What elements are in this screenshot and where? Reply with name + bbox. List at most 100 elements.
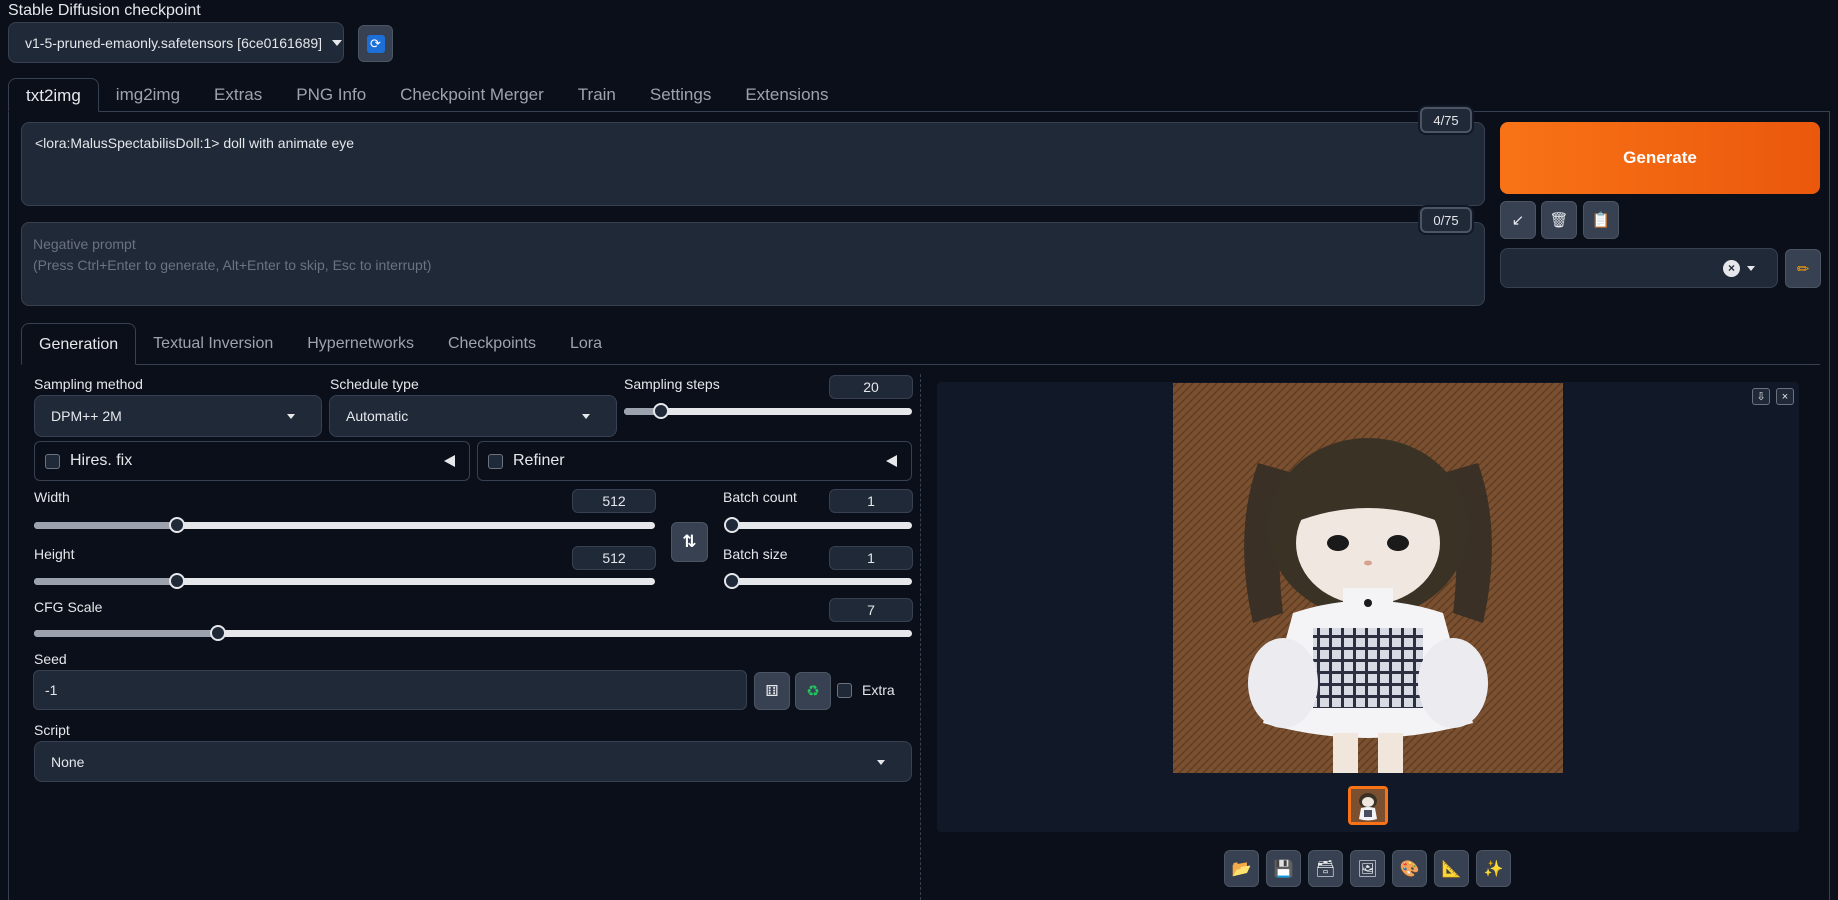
script-value: None [51, 753, 85, 770]
tab-generation[interactable]: Generation [21, 323, 137, 365]
sparkles-icon: ✨ [1483, 860, 1504, 878]
reuse-seed-button[interactable]: ♻ [795, 672, 831, 710]
slider-thumb[interactable] [168, 573, 185, 589]
batch-count-slider[interactable] [724, 517, 912, 533]
cfg-scale-slider[interactable] [34, 625, 912, 641]
palette-icon: 🎨 [1399, 860, 1420, 878]
send-to-img2img-button[interactable]: 🖼 [1350, 850, 1385, 887]
height-input[interactable]: 512 [572, 546, 656, 570]
seed-label: Seed [34, 651, 67, 667]
slider-thumb[interactable] [724, 573, 740, 589]
negative-prompt-placeholder: Negative prompt [33, 236, 136, 252]
seed-input[interactable]: -1 [33, 670, 747, 710]
thumbnail-image [1351, 789, 1385, 822]
batch-count-label: Batch count [723, 489, 797, 505]
pencil-icon: ✏ [1796, 260, 1810, 278]
sampling-steps-slider[interactable] [624, 403, 912, 419]
refresh-icon: ⟳ [366, 34, 385, 53]
batch-size-input[interactable]: 1 [829, 546, 913, 570]
schedule-type-select[interactable]: Automatic [329, 395, 617, 437]
gallery-thumbnail[interactable] [1348, 786, 1388, 825]
column-divider [920, 374, 921, 900]
subtab-divider [21, 364, 1820, 365]
swap-arrows-icon: ⇅ [682, 532, 697, 551]
styles-select[interactable]: × [1500, 248, 1778, 288]
tab-txt2img[interactable]: txt2img [8, 78, 99, 112]
main-tabs: txt2img img2img Extras PNG Info Checkpoi… [8, 78, 846, 112]
negative-prompt-input[interactable]: Negative prompt (Press Ctrl+Enter to gen… [21, 222, 1485, 306]
slider-fill [34, 578, 177, 585]
extra-seed-option[interactable]: Extra [837, 682, 895, 698]
read-params-button[interactable]: ↙ [1500, 201, 1536, 239]
slider-fill [34, 522, 177, 529]
schedule-type-value: Automatic [346, 408, 409, 424]
refiner-label: Refiner [513, 452, 565, 469]
doll-image [1173, 383, 1563, 773]
save-button[interactable]: 💾 [1266, 850, 1301, 887]
close-preview-button[interactable]: × [1776, 388, 1794, 405]
extra-label: Extra [862, 682, 895, 698]
paste-style-button[interactable]: 📋 [1583, 201, 1619, 239]
slider-thumb[interactable] [724, 517, 740, 533]
chevron-down-icon [877, 760, 885, 765]
sampling-steps-label: Sampling steps [624, 376, 720, 392]
send-to-inpaint-button[interactable]: 🎨 [1392, 850, 1427, 887]
image-toolbar: 📂 💾 🗃 🖼 🎨 📐 ✨ [1224, 850, 1518, 887]
tab-extensions[interactable]: Extensions [728, 78, 845, 112]
width-slider[interactable] [34, 517, 655, 533]
batch-size-slider[interactable] [724, 573, 912, 589]
tab-lora[interactable]: Lora [553, 323, 619, 365]
sampling-steps-input[interactable]: 20 [829, 375, 913, 399]
cfg-scale-input[interactable]: 7 [829, 598, 913, 622]
edit-styles-button[interactable]: ✏ [1785, 249, 1821, 288]
tab-textual-inversion[interactable]: Textual Inversion [136, 323, 290, 365]
refiner-checkbox[interactable] [488, 453, 503, 469]
tab-settings[interactable]: Settings [633, 78, 728, 112]
clear-prompt-button[interactable]: 🗑 [1541, 201, 1577, 239]
ruler-icon: 📐 [1441, 860, 1462, 878]
cfg-scale-label: CFG Scale [34, 599, 103, 615]
sampling-method-label: Sampling method [34, 376, 143, 392]
extra-checkbox[interactable] [837, 682, 852, 698]
slider-thumb[interactable] [168, 517, 185, 533]
width-input[interactable]: 512 [572, 489, 656, 513]
hires-fix-checkbox[interactable] [45, 453, 60, 469]
height-slider[interactable] [34, 573, 655, 589]
collapse-triangle-icon[interactable] [886, 455, 897, 467]
refresh-checkpoint-button[interactable]: ⟳ [358, 25, 393, 62]
negative-prompt-hint: (Press Ctrl+Enter to generate, Alt+Enter… [33, 257, 432, 273]
tab-extras[interactable]: Extras [197, 78, 279, 112]
zip-button[interactable]: 🗃 [1308, 850, 1343, 887]
sampling-method-select[interactable]: DPM++ 2M [34, 395, 322, 437]
checkpoint-select[interactable]: v1-5-pruned-emaonly.safetensors [6ce0161… [8, 22, 344, 63]
generate-button[interactable]: Generate [1500, 122, 1820, 194]
download-button[interactable]: ⇩ [1752, 388, 1770, 405]
archive-icon: 🗃 [1315, 860, 1336, 878]
tab-img2img[interactable]: img2img [99, 78, 197, 112]
chevron-down-icon [582, 414, 590, 419]
trash-icon: 🗑 [1549, 212, 1569, 229]
height-label: Height [34, 546, 75, 562]
generated-image[interactable] [1173, 383, 1563, 773]
collapse-triangle-icon[interactable] [444, 455, 455, 467]
clear-icon[interactable]: × [1723, 260, 1740, 277]
tab-hypernetworks[interactable]: Hypernetworks [290, 323, 431, 365]
tab-checkpoint-merger[interactable]: Checkpoint Merger [383, 78, 561, 112]
hires-fix-accordion[interactable]: Hires. fix [34, 441, 470, 481]
prompt-input[interactable]: <lora:MalusSpectabilisDoll:1> doll with … [21, 122, 1485, 206]
tab-train[interactable]: Train [561, 78, 633, 112]
random-seed-button[interactable]: ⚅ [754, 672, 790, 710]
tab-checkpoints[interactable]: Checkpoints [431, 323, 553, 365]
tab-png-info[interactable]: PNG Info [279, 78, 383, 112]
extra-tabs: Generation Textual Inversion Hypernetwor… [21, 323, 619, 365]
sampling-method-value: DPM++ 2M [51, 408, 122, 424]
folder-icon: 📂 [1231, 860, 1252, 878]
send-to-extras-button[interactable]: 📐 [1434, 850, 1469, 887]
refiner-accordion[interactable]: Refiner [477, 441, 912, 481]
script-select[interactable]: None [34, 741, 912, 782]
swap-dimensions-button[interactable]: ⇅ [671, 522, 708, 562]
batch-count-input[interactable]: 1 [829, 489, 913, 513]
checkpoint-value: v1-5-pruned-emaonly.safetensors [6ce0161… [25, 34, 323, 51]
upscale-button[interactable]: ✨ [1476, 850, 1511, 887]
open-folder-button[interactable]: 📂 [1224, 850, 1259, 887]
